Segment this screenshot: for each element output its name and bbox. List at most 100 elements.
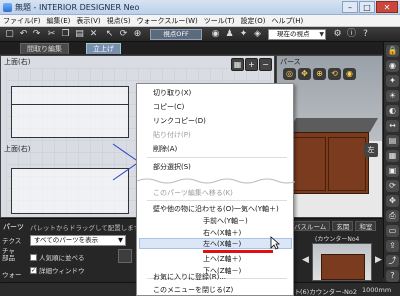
left-view-button[interactable]: 左	[364, 143, 378, 157]
menu-item-close-menu[interactable]: このメニューを閉じる(Z)	[153, 285, 233, 295]
menu-item-move-left[interactable]: 左へ(X軸－)	[203, 239, 241, 249]
menu-item-delete[interactable]: 削除(A)	[153, 144, 177, 154]
menu-tools[interactable]: ツール(T)	[201, 15, 238, 26]
cut-icon[interactable]: ✂	[46, 29, 57, 40]
next-arrow-icon[interactable]: ▶	[375, 255, 383, 269]
eye-icon[interactable]: ◐	[386, 105, 399, 117]
menu-file[interactable]: ファイル(F)	[0, 15, 44, 26]
title-bar: 無題 - INTERIOR DESIGNER Neo – □ ✕	[0, 0, 400, 15]
viewpoint-select[interactable]: 現在の視点 ▼	[268, 29, 326, 40]
print-icon[interactable]: ⎙	[386, 210, 399, 222]
zoom-in-icon[interactable]: +	[245, 58, 258, 71]
side-tab-texture[interactable]: テクスチャ	[2, 235, 26, 255]
cabinet-door-right	[328, 137, 366, 191]
new-file-icon[interactable]: ▢	[4, 29, 15, 40]
prev-arrow-icon[interactable]: ◀	[302, 255, 310, 269]
zoom-icon[interactable]: ⊕	[313, 68, 326, 80]
checkbox-box[interactable]: ✓	[30, 266, 37, 274]
view-off-button[interactable]: 視点OFF	[150, 29, 202, 40]
measure-icon[interactable]: ↔	[386, 120, 399, 132]
zoom-icon[interactable]: ⊕	[132, 29, 143, 40]
shelf-line	[11, 104, 129, 105]
cabinet-3d[interactable]	[285, 132, 369, 194]
grid-icon[interactable]: ▦	[231, 58, 244, 71]
menu-walkthrough[interactable]: ウォークスルー(W)	[134, 15, 201, 26]
export-icon[interactable]: ⇪	[386, 240, 399, 252]
menu-settings[interactable]: 設定(O)	[238, 15, 269, 26]
category-tab-entrance[interactable]: 玄関	[332, 221, 354, 231]
chevron-down-icon: ▼	[118, 236, 123, 244]
menu-item-partial-select[interactable]: 部分選択(S)	[153, 162, 191, 172]
part-thumbnail[interactable]: (カウンターNo4	[312, 236, 372, 281]
walk-icon[interactable]: ♟	[224, 29, 235, 40]
menu-item-favorite[interactable]: お気に入りに登録(R)...	[153, 272, 226, 282]
menu-item-move-front[interactable]: 手前へ(Y軸－)	[203, 216, 248, 226]
render-icon[interactable]: ◈	[252, 29, 263, 40]
checkbox-box[interactable]	[30, 253, 37, 261]
orbit-icon[interactable]: ◎	[283, 68, 296, 80]
menu-item-move-up[interactable]: 上へ(Z軸＋)	[203, 254, 241, 264]
menu-view[interactable]: 表示(V)	[73, 15, 103, 26]
minimize-button[interactable]: –	[342, 1, 358, 13]
cabinet-outline-top[interactable]	[11, 86, 129, 138]
menu-item-edit-part[interactable]: このパーツ編集へ移る(K)	[153, 188, 233, 198]
side-tab-parts[interactable]: 部品	[2, 252, 26, 262]
close-button[interactable]: ✕	[376, 1, 398, 13]
category-tabs: バスルーム 玄関 和室	[290, 221, 377, 231]
rotate-icon[interactable]: ⟳	[118, 29, 129, 40]
move-icon[interactable]: ✥	[386, 195, 399, 207]
menu-item-link-copy[interactable]: リンクコピー(D)	[153, 116, 206, 126]
grid-icon[interactable]: ▦	[386, 150, 399, 162]
menu-help[interactable]: ヘルプ(H)	[268, 15, 306, 26]
camera-icon[interactable]: ◉	[343, 68, 356, 80]
texture-icon[interactable]: ▣	[386, 165, 399, 177]
plan-bottom-label: 上面(右)	[4, 145, 31, 153]
delete-icon[interactable]: ✕	[88, 29, 99, 40]
maximize-button[interactable]: □	[359, 1, 375, 13]
paste-icon[interactable]: ▤	[74, 29, 85, 40]
search-icon[interactable]	[118, 249, 132, 263]
light-icon[interactable]: ✦	[238, 29, 249, 40]
menu-viewpoint[interactable]: 視点(S)	[104, 15, 134, 26]
rotate-icon[interactable]: ⟳	[386, 180, 399, 192]
context-menu: 切り取り(X) コピー(C) リンクコピー(D) 貼り付け(P) 削除(A) 部…	[136, 83, 295, 296]
share-icon[interactable]: ⤴	[386, 255, 399, 267]
settings-icon[interactable]: ⚙	[332, 29, 343, 40]
tab-elevation[interactable]: 立上げ	[86, 43, 121, 54]
side-tab-walk[interactable]: ウォーク	[2, 269, 26, 289]
redo-icon[interactable]: ↷	[31, 29, 42, 40]
menu-separator	[147, 157, 287, 158]
info-icon[interactable]: ⓘ	[346, 29, 357, 40]
reset-view-icon[interactable]: ⟲	[328, 68, 341, 80]
side-toolbar: 🔒 ◉ ✦ ☀ ◐ ↔ ▤ ▦ ▣ ⟳ ✥ ⎙ ▭ ⇪ ⤴ ?	[383, 42, 400, 282]
sun-icon[interactable]: ☀	[386, 90, 399, 102]
app-icon	[3, 3, 12, 12]
camera-icon[interactable]: ◉	[210, 29, 221, 40]
select-icon[interactable]: ↖	[104, 29, 115, 40]
menu-item-snap-back[interactable]: 壁や他の物に沿わせる(O)一気へ(Y軸＋)	[153, 204, 279, 214]
tab-floorplan-edit[interactable]: 間取り編集	[20, 43, 69, 54]
copy-icon[interactable]: ❐	[60, 29, 71, 40]
save-icon[interactable]: ▭	[386, 225, 399, 237]
category-tab-bath[interactable]: バスルーム	[290, 221, 331, 231]
menu-item-move-right[interactable]: 右へ(X軸＋)	[203, 228, 241, 238]
sort-popular-checkbox[interactable]: 人気順に並べる	[30, 252, 85, 262]
parts-filter-select[interactable]: すべてのパーツを表示 ▼	[30, 235, 126, 246]
lock-icon[interactable]: 🔒	[386, 45, 399, 57]
zoom-out-icon[interactable]: −	[259, 58, 272, 71]
perspective-tools: ◎ ✥ ⊕ ⟲ ◉	[277, 66, 382, 82]
menu-edit[interactable]: 編集(E)	[44, 15, 74, 26]
layer-icon[interactable]: ▤	[386, 135, 399, 147]
undo-icon[interactable]: ↶	[18, 29, 29, 40]
menu-item-copy[interactable]: コピー(C)	[153, 102, 184, 112]
detail-window-checkbox[interactable]: ✓ 詳細ウィンドウ	[30, 265, 85, 275]
category-tab-japanese[interactable]: 和室	[355, 221, 377, 231]
parts-title: パーツ	[3, 223, 24, 231]
menu-item-paste[interactable]: 貼り付け(P)	[153, 130, 191, 140]
light-icon[interactable]: ✦	[386, 75, 399, 87]
camera-icon[interactable]: ◉	[386, 60, 399, 72]
menu-item-cut[interactable]: 切り取り(X)	[153, 88, 191, 98]
help-icon[interactable]: ?	[360, 29, 371, 40]
help-icon[interactable]: ?	[386, 270, 399, 282]
pan-icon[interactable]: ✥	[298, 68, 311, 80]
